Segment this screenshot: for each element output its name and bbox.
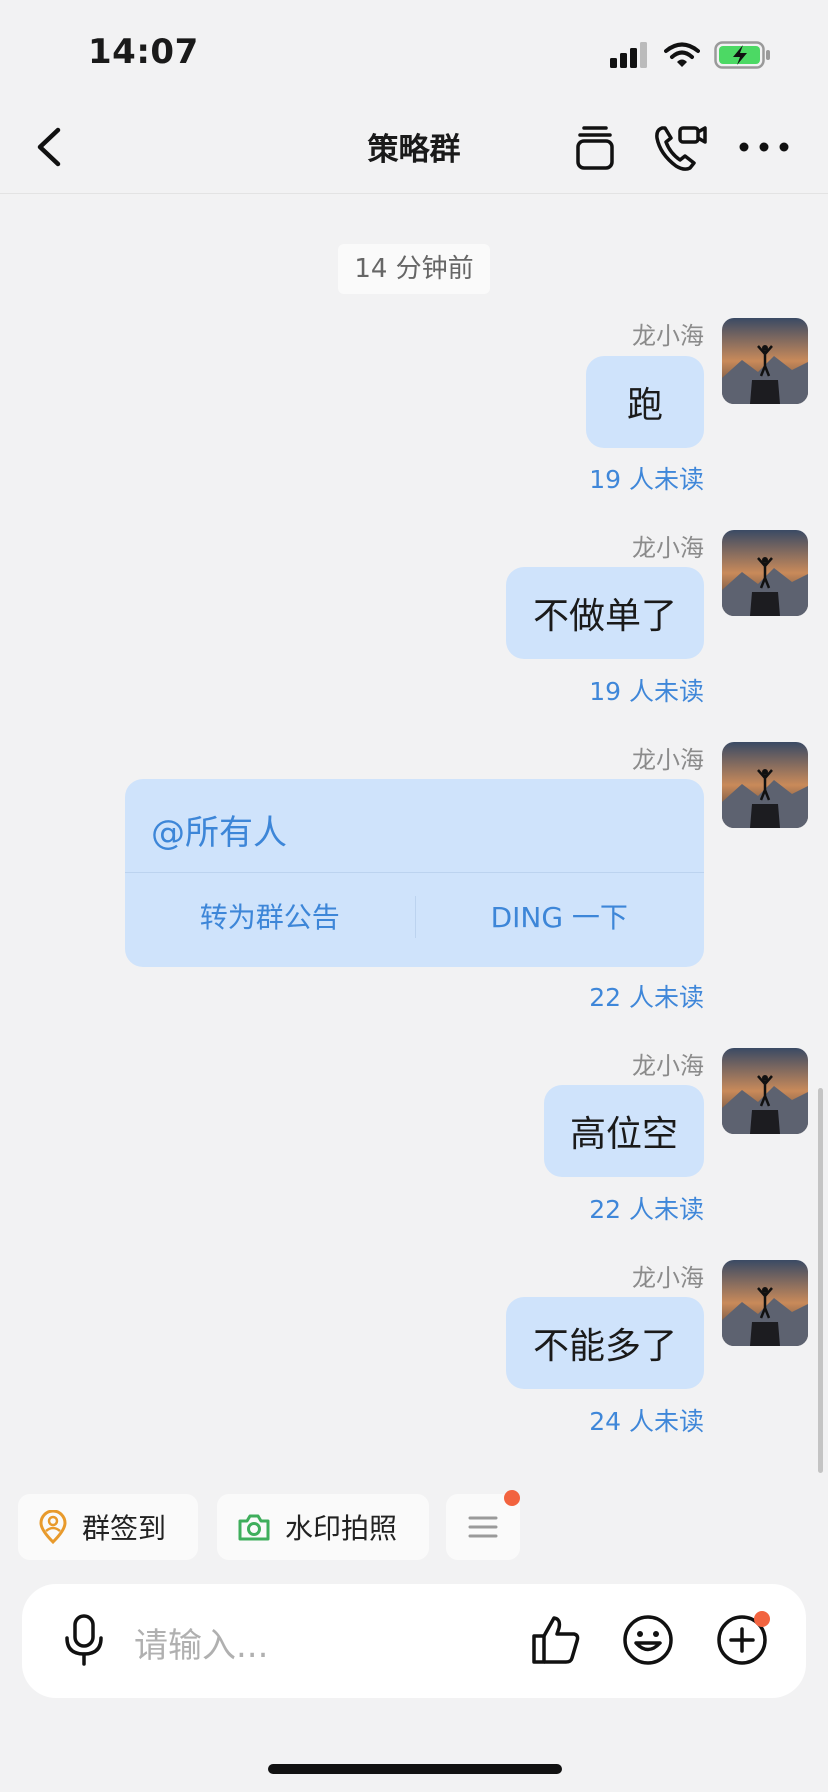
- phone-video-icon: [655, 126, 707, 171]
- emoji-button[interactable]: [622, 1614, 674, 1670]
- more-button[interactable]: [736, 130, 792, 164]
- message-bubble[interactable]: 不能多了: [506, 1297, 704, 1389]
- home-indicator: [268, 1764, 562, 1774]
- message-sender: 龙小海: [632, 534, 704, 562]
- message-sender: 龙小海: [632, 1052, 704, 1080]
- unread-count[interactable]: 19 人未读: [589, 672, 704, 708]
- cellular-signal-icon: [610, 42, 647, 68]
- unread-count[interactable]: 22 人未读: [589, 978, 704, 1014]
- avatar-image: [722, 318, 808, 404]
- more-dots-icon: [739, 142, 789, 152]
- group-checkin-button[interactable]: 群签到: [18, 1494, 198, 1560]
- time-divider: 14 分钟前: [338, 244, 490, 294]
- message-bubble[interactable]: 不做单了: [506, 567, 704, 659]
- mention-text[interactable]: @所有人: [151, 805, 287, 854]
- unread-count[interactable]: 19 人未读: [589, 460, 704, 496]
- quick-actions-menu-button[interactable]: [446, 1490, 520, 1560]
- notification-dot: [504, 1490, 520, 1506]
- input-bar: 请输入...: [22, 1584, 806, 1698]
- avatar[interactable]: [722, 1260, 808, 1346]
- avatar-image: [722, 742, 808, 828]
- message-bubble[interactable]: 跑: [586, 356, 704, 448]
- unread-count[interactable]: 22 人未读: [589, 1190, 704, 1226]
- avatar-image: [722, 530, 808, 616]
- chip-label: 群签到: [82, 1512, 167, 1545]
- status-time: 14:07: [88, 32, 199, 72]
- message-sender: 龙小海: [632, 746, 704, 774]
- status-bar: 14:07: [0, 0, 828, 100]
- mention-card[interactable]: @所有人 转为群公告 DING 一下: [125, 779, 704, 967]
- camera-icon: [238, 1514, 270, 1541]
- add-button[interactable]: [716, 1611, 770, 1670]
- call-button[interactable]: [652, 120, 708, 174]
- watermark-photo-button[interactable]: 水印拍照: [217, 1494, 429, 1560]
- group-files-button[interactable]: [572, 122, 618, 172]
- avatar-image: [722, 1260, 808, 1346]
- location-person-icon: [39, 1510, 67, 1544]
- wifi-icon: [664, 42, 700, 67]
- avatar-image: [722, 1048, 808, 1134]
- convert-to-announcement-button[interactable]: 转为群公告: [125, 872, 415, 964]
- chip-label: 水印拍照: [285, 1512, 398, 1545]
- message-input[interactable]: 请输入...: [134, 1618, 268, 1667]
- thumbs-up-icon: [532, 1616, 580, 1664]
- voice-button[interactable]: [62, 1612, 106, 1672]
- avatar[interactable]: [722, 530, 808, 616]
- smiley-icon: [623, 1615, 673, 1665]
- unread-count[interactable]: 24 人未读: [589, 1402, 704, 1438]
- avatar[interactable]: [722, 318, 808, 404]
- scrollbar[interactable]: [818, 1088, 823, 1473]
- battery-charging-icon: [714, 41, 770, 69]
- notification-dot: [754, 1611, 770, 1627]
- status-icons: [610, 38, 772, 72]
- ding-button[interactable]: DING 一下: [415, 872, 705, 964]
- message-bubble[interactable]: 高位空: [544, 1085, 704, 1177]
- nav-bar: 策略群: [0, 100, 828, 194]
- like-button[interactable]: [530, 1614, 582, 1670]
- copy-stack-icon: [576, 126, 614, 170]
- microphone-icon: [65, 1614, 103, 1666]
- message-sender: 龙小海: [632, 322, 704, 350]
- message-sender: 龙小海: [632, 1264, 704, 1292]
- avatar[interactable]: [722, 742, 808, 828]
- avatar[interactable]: [722, 1048, 808, 1134]
